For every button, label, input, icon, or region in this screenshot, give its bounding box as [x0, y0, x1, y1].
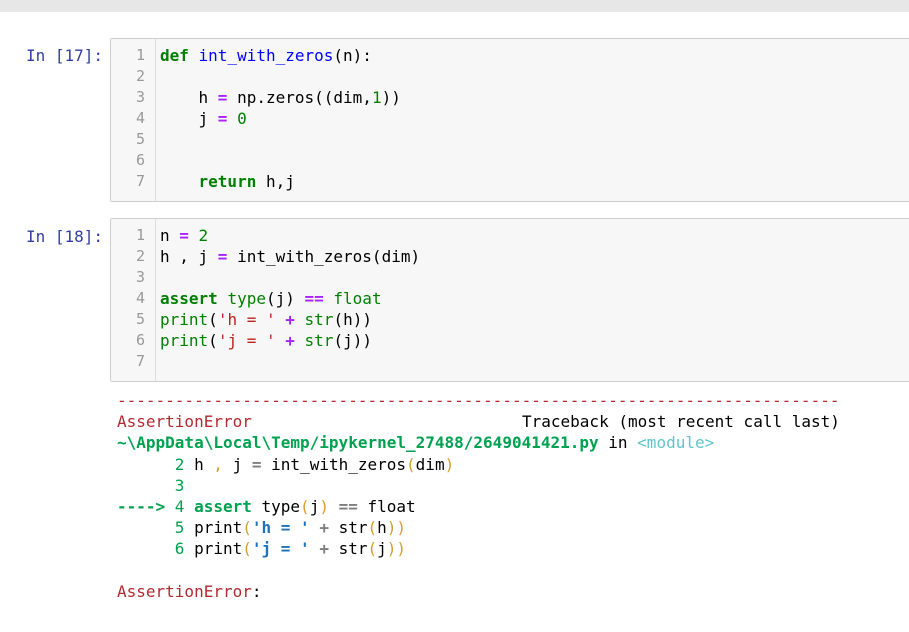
traceback-code-line: 6 print('j = ' + str(j)) [174, 539, 407, 558]
module-name: <module> [637, 433, 715, 452]
line-number: 3 [135, 88, 145, 106]
traceback-label: Traceback (most recent call last) [522, 412, 840, 431]
code-text: def int_with_zeros(n): [160, 46, 372, 65]
in-word: in [598, 433, 638, 452]
code-text: return h,j [198, 172, 295, 191]
line-number: 7 [135, 172, 145, 190]
traceback-code-line: 5 print('h = ' + str(h)) [174, 518, 407, 537]
final-error-line: AssertionError: [117, 581, 262, 602]
line-number: 3 [135, 268, 145, 286]
traceback-file-line: ~\AppData\Local\Temp/ipykernel_27488/264… [117, 432, 714, 453]
final-error-name: AssertionError [117, 582, 252, 601]
file-path: ~\AppData\Local\Temp/ipykernel_27488/264… [117, 433, 599, 452]
line-number: 1 [135, 46, 145, 64]
line-number: 7 [135, 352, 145, 370]
code-text: h , j = int_with_zeros(dim) [160, 247, 421, 266]
line-number: 5 [135, 130, 145, 148]
line-number: 6 [135, 151, 145, 169]
line-number: 2 [135, 247, 145, 265]
code-text: j = 0 [160, 109, 247, 128]
traceback-code-line: ----> 4 assert type(j) == float [117, 497, 416, 516]
line-number: 5 [135, 310, 145, 328]
code-text: n = 2 [160, 226, 209, 245]
code-cell-17[interactable]: 1 def int_with_zeros(n): 2 3 h = np.zeros((… [110, 38, 909, 202]
traceback-separator: ----------------------------------------… [117, 391, 840, 410]
code-text: assert type(j) == float [160, 289, 382, 308]
line-number: 1 [135, 226, 145, 244]
error-name: AssertionError [117, 412, 252, 431]
line-number: 4 [135, 109, 145, 127]
cell-17-prompt: In [17]: [26, 46, 104, 65]
line-number: 2 [135, 67, 145, 85]
code-cell-18[interactable]: 1 n = 2 2 h , j = int_with_zeros(dim) 3 4 asse… [110, 218, 909, 382]
code-text: print('j = ' + str(j)) [160, 331, 372, 350]
code-text: print('h = ' + str(h)) [160, 310, 372, 329]
top-bar [0, 0, 909, 12]
traceback-code-line: 2 h , j = int_with_zeros(dim) [174, 455, 455, 474]
line-number: 4 [135, 289, 145, 307]
line-number: 6 [135, 331, 145, 349]
code-text: h = np.zeros((dim,1)) [160, 88, 401, 107]
final-error-colon: : [251, 582, 262, 601]
traceback-header: AssertionError Traceback (most recent cal… [117, 411, 840, 432]
traceback-code-line: 3 [174, 476, 185, 495]
cell-18-prompt: In [18]: [26, 227, 104, 246]
